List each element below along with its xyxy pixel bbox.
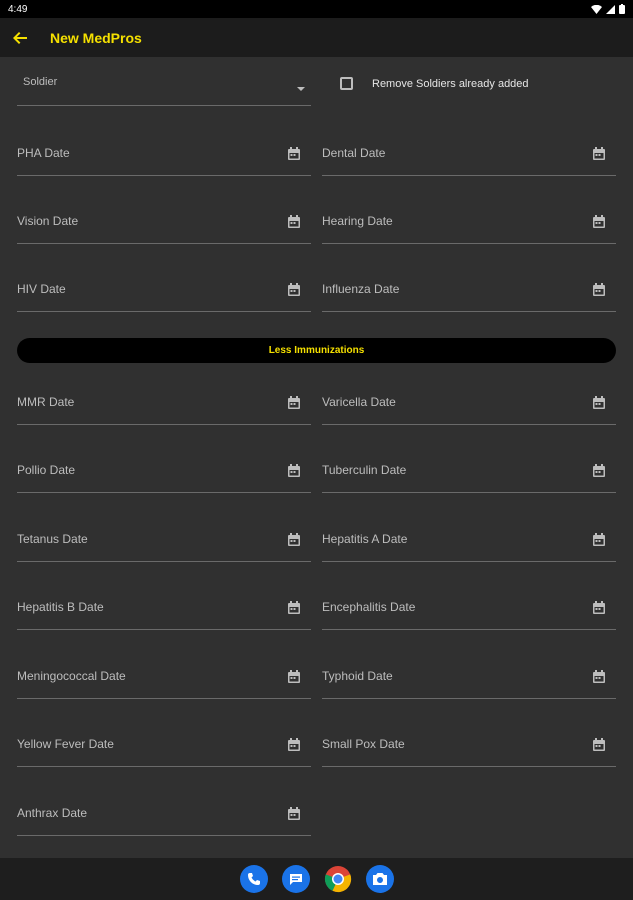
calendar-icon[interactable]: [287, 215, 301, 229]
phone-icon[interactable]: [239, 865, 268, 893]
soldier-select-label: Soldier: [23, 76, 58, 88]
calendar-icon[interactable]: [287, 283, 301, 297]
tetanus-date-field[interactable]: Tetanus Date: [17, 502, 311, 562]
polio-date-field[interactable]: Pollio Date: [17, 433, 311, 493]
calendar-icon[interactable]: [287, 738, 301, 752]
camera-icon[interactable]: [365, 865, 394, 893]
calendar-icon[interactable]: [592, 215, 606, 229]
yellow-fever-date-field[interactable]: Yellow Fever Date: [17, 707, 311, 767]
calendar-icon[interactable]: [592, 464, 606, 478]
hiv-date-label: HIV Date: [17, 282, 66, 296]
calendar-icon[interactable]: [592, 147, 606, 161]
influenza-date-field[interactable]: Influenza Date: [322, 252, 616, 312]
status-bar: 4:49: [0, 0, 633, 18]
encephalitis-date-field[interactable]: Encephalitis Date: [322, 570, 616, 630]
status-time: 4:49: [8, 3, 28, 15]
calendar-icon[interactable]: [592, 283, 606, 297]
encephalitis-date-label: Encephalitis Date: [322, 600, 416, 614]
tuberculin-date-label: Tuberculin Date: [322, 463, 407, 477]
messages-icon[interactable]: [281, 865, 310, 893]
wifi-icon: [591, 4, 602, 14]
vision-date-label: Vision Date: [17, 214, 79, 228]
small-pox-date-label: Small Pox Date: [322, 737, 405, 751]
calendar-icon[interactable]: [592, 396, 606, 410]
arrow-back-icon: [13, 31, 27, 44]
dental-date-field[interactable]: Dental Date: [322, 116, 616, 176]
polio-date-label: Pollio Date: [17, 463, 76, 477]
remove-soldiers-label: Remove Soldiers already added: [372, 77, 529, 90]
calendar-icon[interactable]: [287, 396, 301, 410]
dental-date-label: Dental Date: [322, 146, 386, 160]
mmr-date-label: MMR Date: [17, 395, 75, 409]
meningococcal-date-field[interactable]: Meningococcal Date: [17, 639, 311, 699]
typhoid-date-label: Typhoid Date: [322, 669, 393, 683]
soldier-select[interactable]: Soldier: [17, 63, 311, 106]
hepatitis-a-date-label: Hepatitis A Date: [322, 532, 408, 546]
hepatitis-a-date-field[interactable]: Hepatitis A Date: [322, 502, 616, 562]
calendar-icon[interactable]: [287, 670, 301, 684]
hearing-date-label: Hearing Date: [322, 214, 393, 228]
calendar-icon[interactable]: [287, 147, 301, 161]
less-immunizations-label: Less Immunizations: [268, 345, 365, 356]
tuberculin-date-field[interactable]: Tuberculin Date: [322, 433, 616, 493]
remove-soldiers-row[interactable]: Remove Soldiers already added: [340, 77, 529, 90]
typhoid-date-field[interactable]: Typhoid Date: [322, 639, 616, 699]
varicella-date-label: Varicella Date: [322, 395, 396, 409]
signal-icon: [606, 4, 615, 14]
app-bar: New MedPros: [0, 18, 633, 57]
mmr-date-field[interactable]: MMR Date: [17, 365, 311, 425]
hepatitis-b-date-field[interactable]: Hepatitis B Date: [17, 570, 311, 630]
calendar-icon[interactable]: [592, 601, 606, 615]
hearing-date-field[interactable]: Hearing Date: [322, 184, 616, 244]
meningococcal-date-label: Meningococcal Date: [17, 669, 126, 683]
hiv-date-field[interactable]: HIV Date: [17, 252, 311, 312]
vision-date-field[interactable]: Vision Date: [17, 184, 311, 244]
calendar-icon[interactable]: [592, 738, 606, 752]
chrome-icon[interactable]: [324, 865, 352, 893]
less-immunizations-button[interactable]: Less Immunizations: [17, 338, 616, 363]
anthrax-date-label: Anthrax Date: [17, 806, 88, 820]
hepatitis-b-date-label: Hepatitis B Date: [17, 600, 104, 614]
calendar-icon[interactable]: [287, 807, 301, 821]
small-pox-date-field[interactable]: Small Pox Date: [322, 707, 616, 767]
calendar-icon[interactable]: [592, 533, 606, 547]
pha-date-field[interactable]: PHA Date: [17, 116, 311, 176]
pha-date-label: PHA Date: [17, 146, 70, 160]
calendar-icon[interactable]: [592, 670, 606, 684]
calendar-icon[interactable]: [287, 601, 301, 615]
influenza-date-label: Influenza Date: [322, 282, 400, 296]
page-title: New MedPros: [50, 29, 142, 46]
yellow-fever-date-label: Yellow Fever Date: [17, 737, 114, 751]
tetanus-date-label: Tetanus Date: [17, 532, 88, 546]
battery-icon: [619, 4, 625, 14]
calendar-icon[interactable]: [287, 533, 301, 547]
status-icons: [591, 4, 625, 14]
back-button[interactable]: [0, 18, 40, 57]
varicella-date-field[interactable]: Varicella Date: [322, 365, 616, 425]
calendar-icon[interactable]: [287, 464, 301, 478]
anthrax-date-field[interactable]: Anthrax Date: [17, 776, 311, 836]
remove-soldiers-checkbox[interactable]: [340, 77, 353, 90]
dropdown-arrow-icon: [297, 87, 305, 91]
app-dock: [0, 858, 633, 900]
